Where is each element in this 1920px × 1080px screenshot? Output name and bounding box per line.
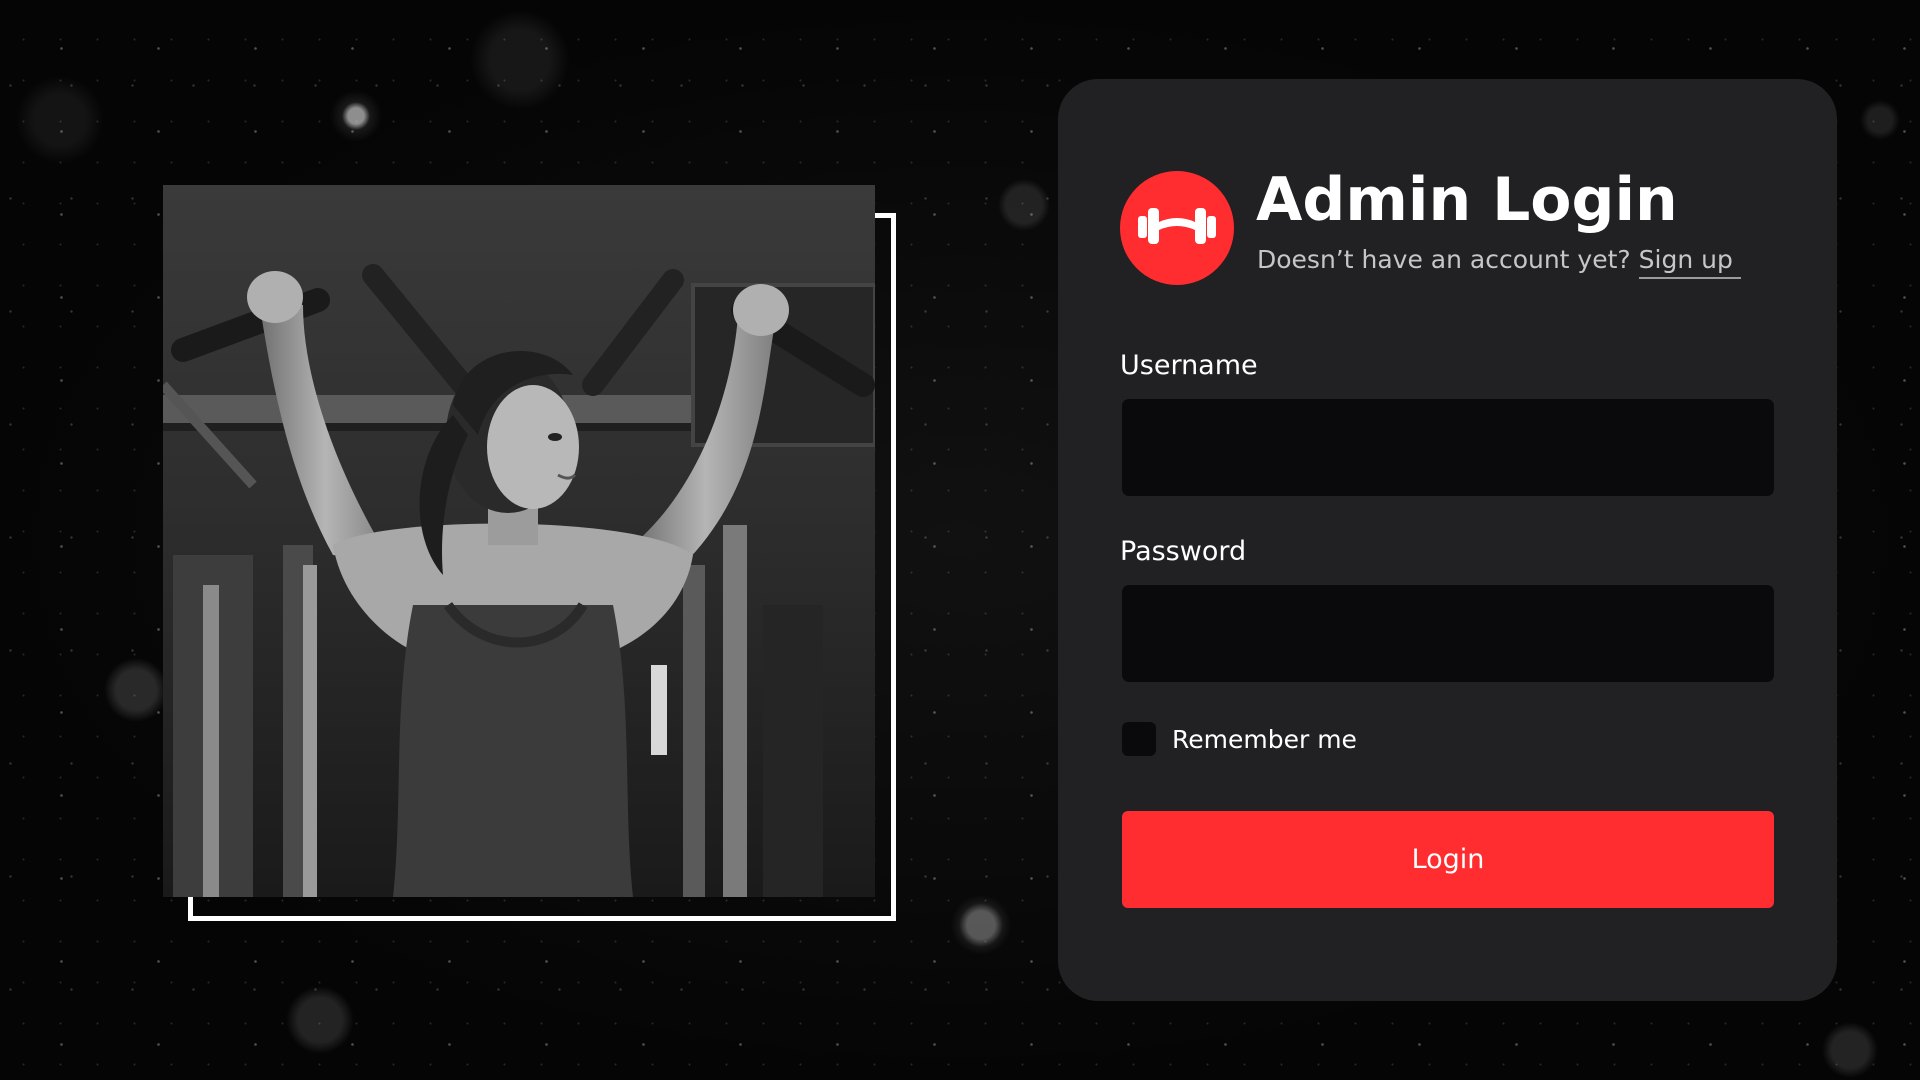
signup-prompt-text: Doesn’t have an account yet? — [1257, 245, 1631, 274]
remember-me-option[interactable]: Remember me — [1122, 722, 1357, 756]
signup-prompt: Doesn’t have an account yet? Sign up — [1257, 245, 1741, 279]
login-page: Admin Login Doesn’t have an account yet?… — [0, 0, 1920, 1080]
password-input[interactable] — [1122, 585, 1774, 682]
woman-pull-up-photo — [163, 185, 875, 897]
login-card: Admin Login Doesn’t have an account yet?… — [1058, 79, 1837, 1001]
dumbbell-icon — [1138, 208, 1216, 244]
login-button[interactable]: Login — [1122, 811, 1774, 908]
remember-me-checkbox[interactable] — [1122, 722, 1156, 756]
username-input[interactable] — [1122, 399, 1774, 496]
brand-logo — [1120, 171, 1234, 285]
password-label: Password — [1120, 536, 1247, 567]
username-label: Username — [1120, 350, 1258, 381]
signup-link[interactable]: Sign up — [1638, 245, 1741, 279]
gym-photo — [163, 185, 875, 897]
page-title: Admin Login — [1256, 165, 1678, 235]
remember-me-label: Remember me — [1172, 724, 1357, 754]
